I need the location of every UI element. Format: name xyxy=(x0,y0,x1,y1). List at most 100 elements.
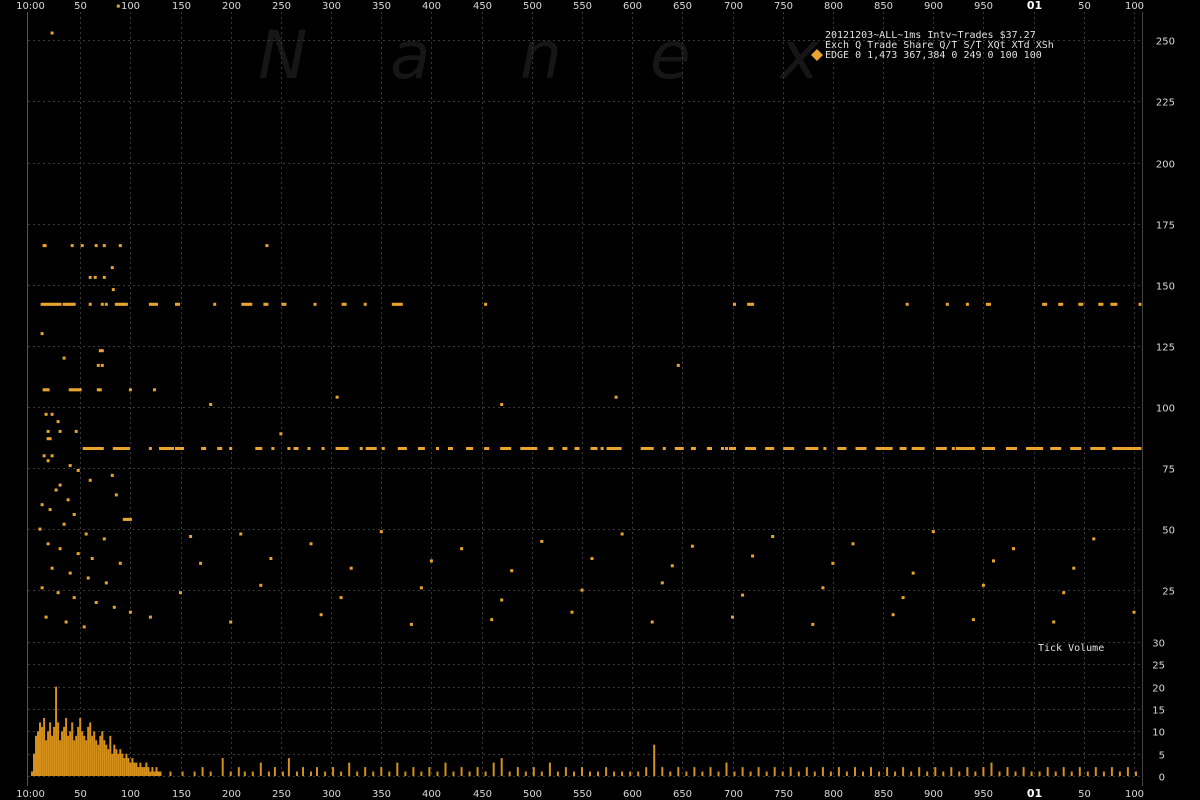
volume-bar xyxy=(813,771,816,776)
volume-bar xyxy=(93,731,96,776)
watermark-letter: N xyxy=(258,17,307,94)
trade-point xyxy=(600,447,604,450)
trade-point xyxy=(40,586,44,590)
trade-point xyxy=(102,275,106,279)
volume-bar xyxy=(33,753,35,776)
volume-bar xyxy=(476,767,479,776)
axes: 10:0010:00505010010015015020020025025030… xyxy=(16,0,1175,800)
trade-point xyxy=(709,447,712,450)
volume-bar xyxy=(31,771,33,776)
trade-point xyxy=(791,447,795,450)
volume-bar xyxy=(61,731,64,776)
trade-point xyxy=(345,447,349,450)
volume-bar xyxy=(733,771,736,776)
trade-point xyxy=(128,517,132,521)
trade-point xyxy=(751,554,755,558)
trade-point xyxy=(155,302,158,306)
trade-point xyxy=(992,447,995,450)
x-tick-label-bottom: 750 xyxy=(774,789,793,800)
trade-point xyxy=(110,266,114,270)
trade-point xyxy=(259,583,263,587)
trade-point xyxy=(213,302,217,306)
trade-point xyxy=(1072,566,1076,570)
volume-bar xyxy=(556,771,559,776)
volume-bar xyxy=(1102,771,1105,776)
volume-bar xyxy=(781,771,784,776)
trade-point xyxy=(1138,447,1142,450)
trade-point xyxy=(265,244,269,248)
x-tick-label-top: 100 xyxy=(1125,1,1144,12)
volume-bar xyxy=(428,767,431,776)
volume-bar xyxy=(105,744,108,776)
volume-bar xyxy=(229,771,232,776)
volume-bar xyxy=(113,744,116,776)
volume-bar xyxy=(115,749,118,776)
chart-stage: N a n e x 10:00 10:00 50 50 100 100 150 150 200 2… xyxy=(0,0,1200,800)
trade-point xyxy=(76,552,80,556)
volume-bar xyxy=(43,717,46,776)
grid-lines xyxy=(28,12,1142,777)
trade-point xyxy=(43,244,47,248)
y-tick-label: 175 xyxy=(1156,221,1175,232)
trade-point xyxy=(580,588,584,592)
trade-point xyxy=(771,447,775,450)
trade-point xyxy=(46,388,50,392)
trade-point xyxy=(88,302,92,306)
x-tick-label-bottom: 400 xyxy=(422,789,441,800)
trade-point xyxy=(751,302,755,306)
volume-bar xyxy=(65,717,68,776)
volume-bar xyxy=(324,771,327,776)
x-tick-label-bottom: 500 xyxy=(523,789,542,800)
trade-point xyxy=(94,244,98,248)
trade-point xyxy=(98,388,102,392)
trade-point xyxy=(971,618,975,622)
volume-bar xyxy=(396,762,399,776)
volume-bar xyxy=(101,731,104,776)
trade-point xyxy=(429,559,433,563)
trade-point xyxy=(128,388,132,392)
legend: 20121203~ALL~1ms Intv~Trades $37.27 Exch… xyxy=(811,30,1054,61)
trade-point xyxy=(309,542,313,546)
x-tick-label-top: 400 xyxy=(422,1,441,12)
trade-point xyxy=(50,454,54,458)
trade-point xyxy=(921,447,925,450)
x-tick-label-top: 10:00 xyxy=(16,1,45,12)
trade-point xyxy=(620,532,624,536)
trade-point xyxy=(56,591,60,595)
trade-point xyxy=(102,537,106,541)
volume-bar xyxy=(1078,767,1081,776)
volume-bar xyxy=(287,758,290,776)
volume-bar xyxy=(677,767,680,776)
x-tick-label-top: 50 xyxy=(74,1,87,12)
trade-point xyxy=(988,302,991,306)
volume-tick-label: 15 xyxy=(1152,706,1165,717)
volume-bar xyxy=(412,767,415,776)
volume-bar xyxy=(829,771,832,776)
trade-point xyxy=(421,447,425,450)
trade-point xyxy=(100,447,104,450)
trade-point xyxy=(249,302,253,306)
trade-point xyxy=(510,569,514,573)
trade-point xyxy=(56,420,60,424)
volume-bar xyxy=(209,771,212,776)
trade-point xyxy=(901,596,905,600)
x-tick-label-top: 550 xyxy=(573,1,592,12)
trade-point xyxy=(229,447,233,450)
trade-point xyxy=(88,275,92,279)
trade-point xyxy=(203,447,207,450)
trade-point xyxy=(219,447,223,450)
volume-bar xyxy=(1038,771,1041,776)
x-tick-label-top: 800 xyxy=(824,1,843,12)
trade-point xyxy=(48,508,52,512)
trade-point xyxy=(1062,591,1066,595)
volume-bar xyxy=(573,771,575,776)
trade-point xyxy=(259,447,263,450)
trade-point xyxy=(831,561,835,565)
trade-point xyxy=(1012,547,1015,551)
trade-point xyxy=(58,429,62,433)
x-tick-label-bottom: 550 xyxy=(573,789,592,800)
trade-point xyxy=(321,447,325,450)
volume-bar xyxy=(1086,771,1089,776)
trade-point xyxy=(670,564,674,568)
volume-bar xyxy=(629,771,632,776)
